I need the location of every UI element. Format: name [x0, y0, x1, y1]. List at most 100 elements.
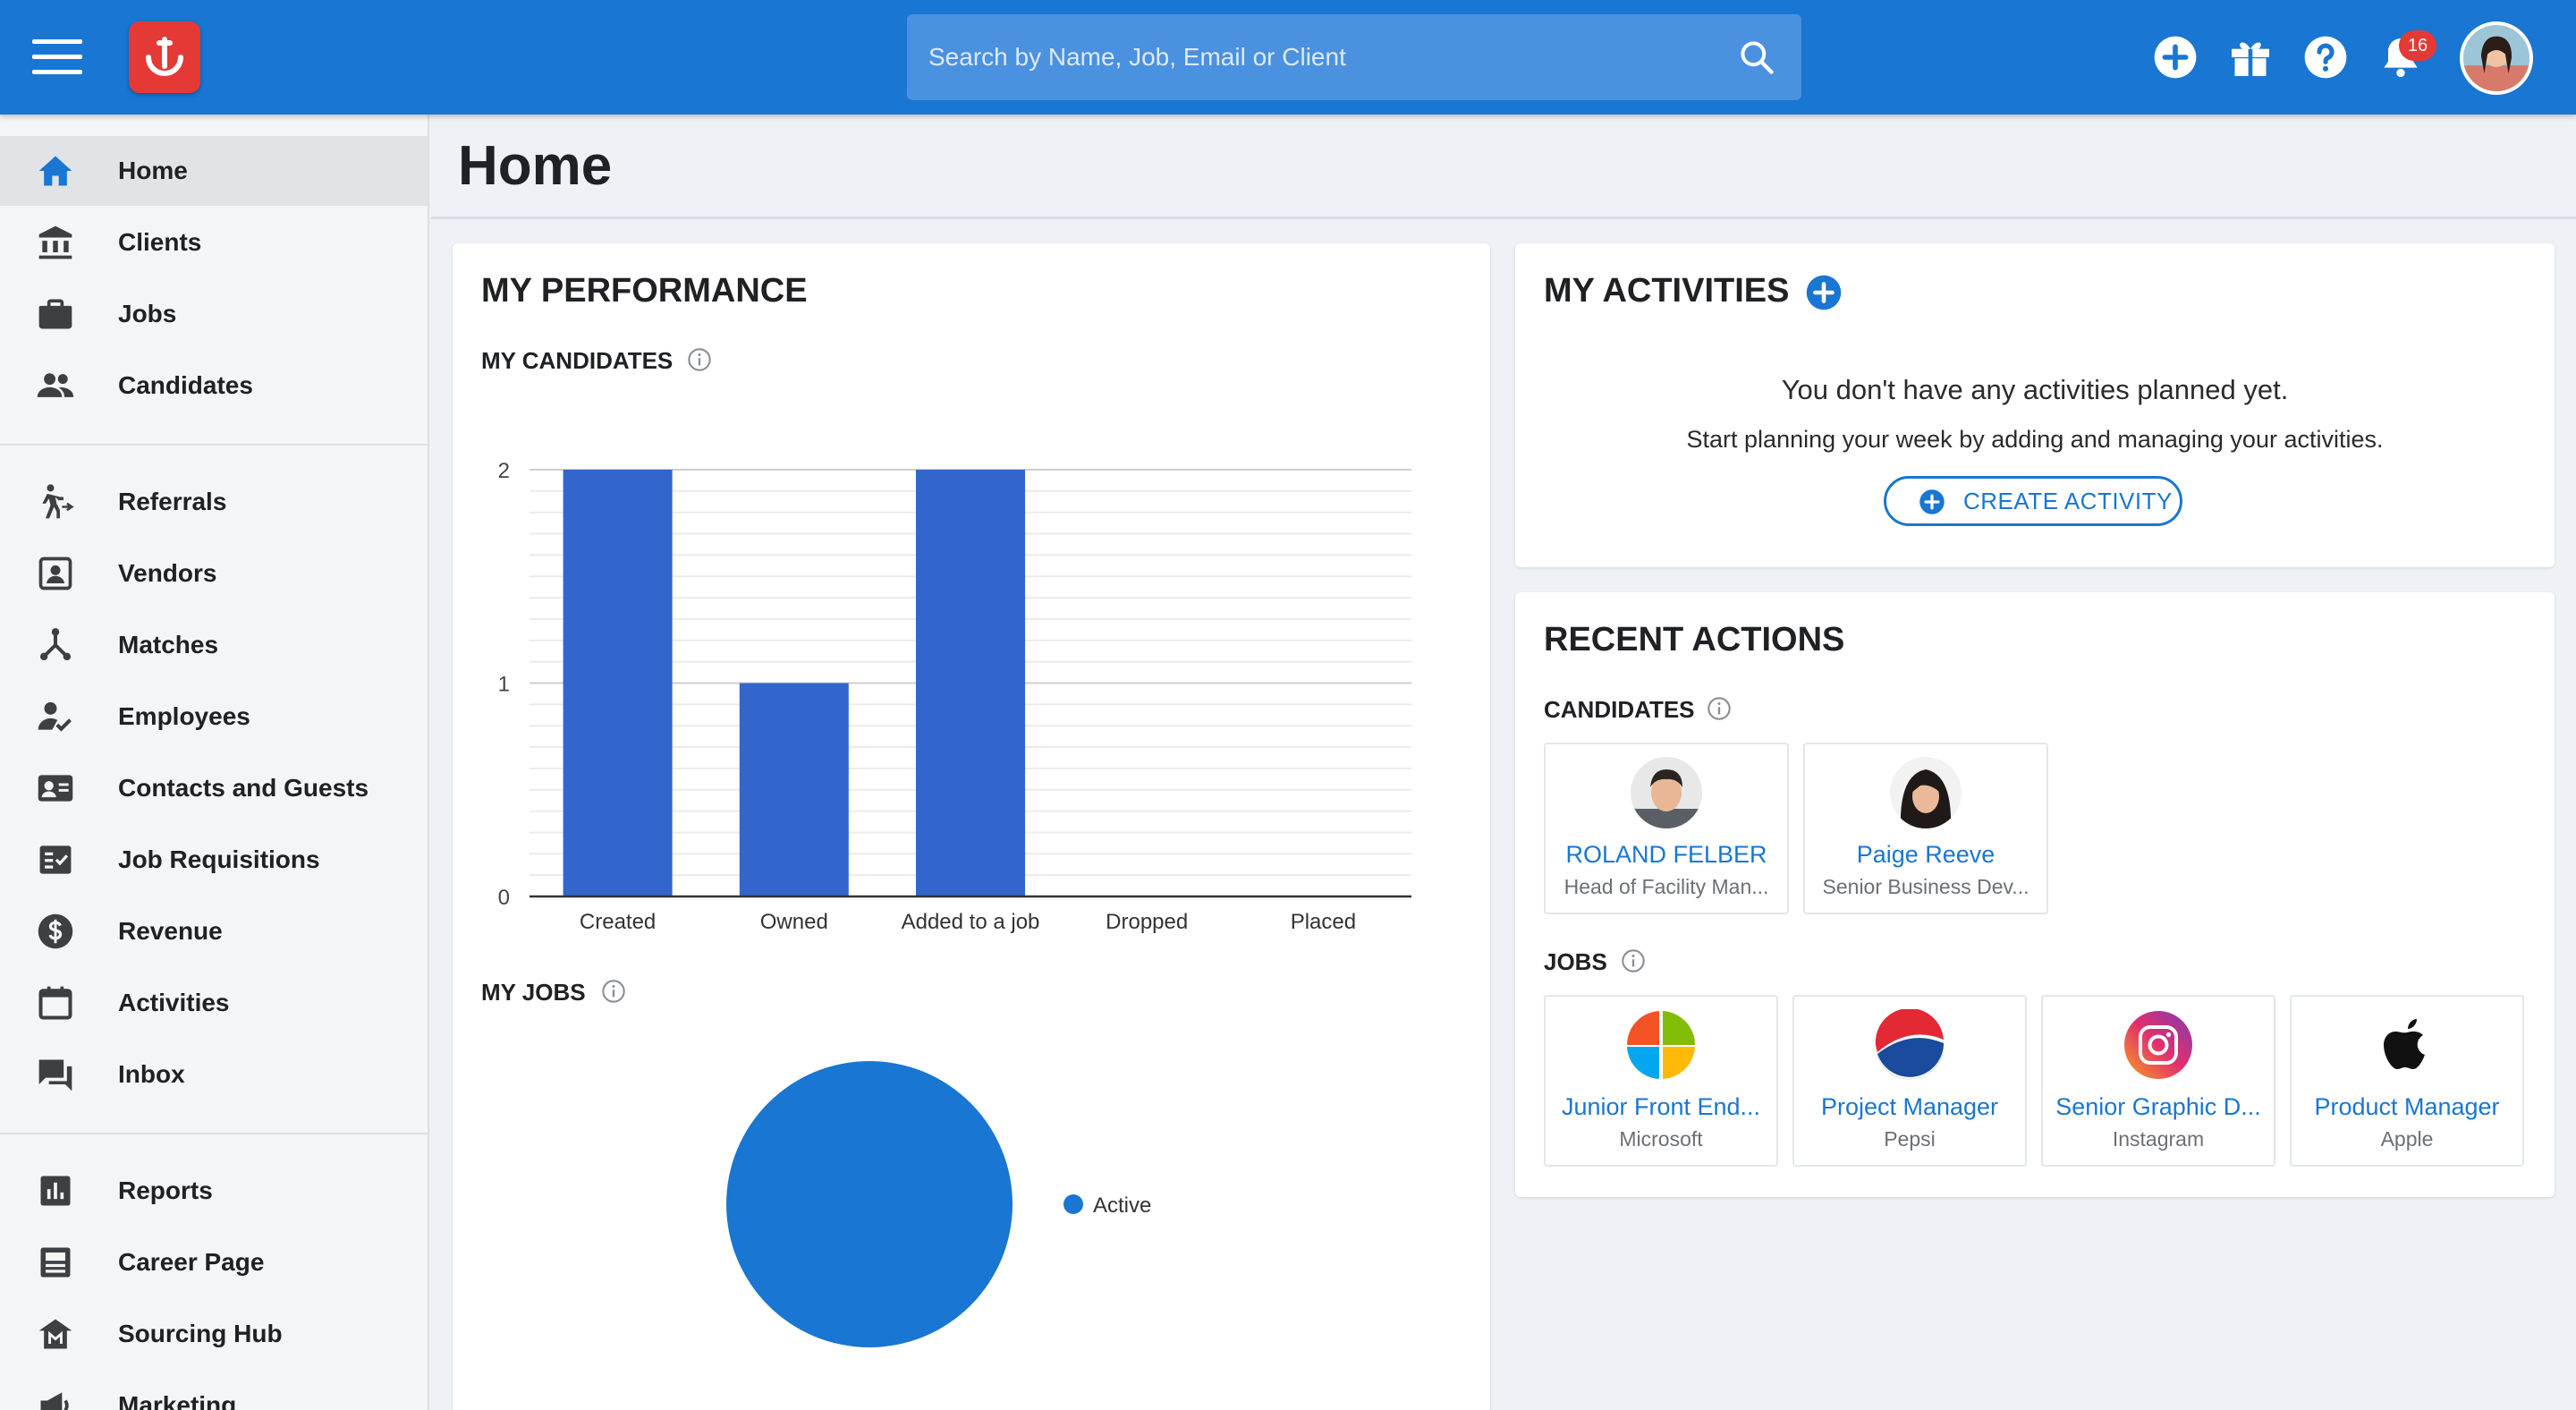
sidebar-item-sourcing-hub[interactable]: Sourcing Hub [0, 1299, 428, 1369]
top-bar: 16 [0, 0, 2576, 115]
y-tick-label: 2 [498, 459, 510, 483]
jobs-pie-chart: Active [726, 1061, 1151, 1347]
bar [563, 470, 673, 896]
create-activity-button[interactable]: CREATE ACTIVITY [1884, 476, 2182, 526]
info-icon[interactable] [1707, 696, 1732, 721]
people-icon [37, 373, 74, 397]
sidebar-item-referrals[interactable]: Referrals [0, 467, 428, 537]
job-card[interactable]: Senior Graphic D... Instagram [2041, 995, 2275, 1167]
app-logo[interactable] [129, 21, 200, 93]
inbox-icon [38, 1059, 72, 1091]
sidebar-item-jobs[interactable]: Jobs [0, 279, 428, 349]
sidebar-item-contacts-and-guests[interactable]: Contacts and Guests [0, 753, 428, 823]
job-company: Pepsi [1884, 1127, 1936, 1151]
vendor-icon [38, 556, 72, 590]
recent-candidates-label: CANDIDATES [1544, 696, 1695, 723]
job-company: Apple [2380, 1127, 2434, 1151]
job-card[interactable]: Junior Front End... Microsoft [1544, 995, 1778, 1167]
job-title: Product Manager [2314, 1093, 2500, 1120]
pie-slice [726, 1061, 1013, 1347]
matches-icon [39, 628, 72, 661]
sidebar-item-label: Vendors [118, 559, 217, 587]
candidate-avatar [1631, 757, 1702, 828]
microsoft-logo-icon [1627, 1011, 1695, 1079]
career-page-icon [40, 1247, 71, 1278]
sidebar-item-label: Matches [118, 631, 219, 658]
sidebar-item-matches[interactable]: Matches [0, 610, 428, 680]
candidate-card[interactable]: Paige Reeve Senior Business Dev... [1803, 743, 2048, 914]
job-title: Junior Front End... [1561, 1093, 1761, 1120]
sidebar-item-label: Home [118, 157, 188, 184]
add-activity-icon[interactable] [1805, 274, 1843, 311]
job-card[interactable]: Product Manager Apple [2290, 995, 2524, 1167]
sidebar-item-inbox[interactable]: Inbox [0, 1040, 428, 1109]
sidebar-item-label: Revenue [118, 917, 223, 945]
notification-badge: 16 [2399, 30, 2436, 61]
legend-label: Active [1093, 1193, 1151, 1218]
search-icon[interactable] [1737, 38, 1776, 77]
sidebar-item-clients[interactable]: Clients [0, 208, 428, 277]
x-tick-label: Created [580, 910, 656, 934]
candidate-title: Senior Business Dev... [1822, 875, 2029, 898]
search-bar [907, 14, 1801, 100]
info-icon[interactable] [1621, 948, 1646, 973]
sidebar-item-job-requisitions[interactable]: Job Requisitions [0, 825, 428, 895]
job-card[interactable]: Project Manager Pepsi [1792, 995, 2027, 1167]
sidebar-item-label: Marketing [118, 1391, 237, 1410]
logo-mark-icon [146, 37, 183, 76]
create-activity-label: CREATE ACTIVITY [1963, 488, 2173, 514]
calendar-icon [38, 986, 72, 1020]
candidate-name: Paige Reeve [1856, 841, 1996, 868]
gift-icon[interactable] [2225, 32, 2275, 82]
recent-actions-card: RECENT ACTIONS CANDIDATES ROLAND FELBER … [1515, 592, 2555, 1197]
sidebar-divider [0, 444, 428, 446]
sidebar-item-label: Job Requisitions [118, 845, 320, 873]
x-tick-label: Placed [1291, 910, 1356, 934]
y-tick-label: 1 [498, 673, 510, 697]
sidebar-item-career-page[interactable]: Career Page [0, 1227, 428, 1297]
referral-icon [42, 484, 74, 519]
briefcase-icon [38, 299, 72, 329]
sidebar-item-home[interactable]: Home [0, 136, 428, 206]
info-icon[interactable] [601, 979, 626, 1004]
candidate-name: ROLAND FELBER [1565, 841, 1767, 868]
candidate-card[interactable]: ROLAND FELBER Head of Facility Man... [1544, 743, 1789, 914]
recent-jobs-label: JOBS [1544, 948, 1607, 975]
activities-card: MY ACTIVITIES You don't have any activit… [1515, 243, 2555, 567]
add-circle-icon[interactable] [2150, 32, 2200, 82]
bar [916, 470, 1025, 896]
sidebar-item-vendors[interactable]: Vendors [0, 539, 428, 608]
sidebar-item-label: Inbox [118, 1060, 185, 1088]
performance-card: MY PERFORMANCE MY CANDIDATES 0 1 2 Created O… [453, 243, 1490, 1410]
contacts-icon [38, 775, 73, 802]
empty-activities-title: You don't have any activities planned ye… [1781, 374, 2289, 405]
sidebar-item-reports[interactable]: Reports [0, 1156, 428, 1226]
sidebar-item-revenue[interactable]: Revenue [0, 896, 428, 966]
sidebar-item-label: Employees [118, 702, 250, 730]
sidebar-item-activities[interactable]: Activities [0, 968, 428, 1038]
menu-icon[interactable] [32, 39, 82, 75]
sidebar-item-candidates[interactable]: Candidates [0, 351, 428, 420]
user-photo [2463, 25, 2529, 91]
header-divider [431, 217, 2576, 219]
search-input[interactable] [928, 14, 1716, 100]
sidebar-item-employees[interactable]: Employees [0, 682, 428, 752]
dollar-icon [38, 913, 73, 949]
my-jobs-label: MY JOBS [481, 979, 586, 1006]
sidebar-item-label: Reports [118, 1176, 213, 1204]
requisition-icon [39, 845, 72, 874]
sidebar-item-label: Activities [118, 989, 230, 1016]
candidate-avatar [1890, 757, 1962, 828]
job-company: Instagram [2112, 1127, 2205, 1151]
help-icon[interactable] [2301, 32, 2351, 82]
legend-swatch [1063, 1194, 1083, 1214]
empty-activities-subtitle: Start planning your week by adding and m… [1686, 426, 2384, 453]
user-avatar[interactable] [2460, 21, 2533, 95]
x-tick-label: Owned [760, 910, 828, 934]
candidates-bar-chart: 0 1 2 Created Owned Added to a job Dropped Plac… [498, 459, 1411, 934]
recent-actions-title: RECENT ACTIONS [1544, 621, 1845, 658]
apple-logo-icon [2384, 1019, 2425, 1069]
sidebar-divider [0, 1133, 428, 1134]
sidebar-item-marketing[interactable]: Marketing [0, 1371, 428, 1410]
job-company: Microsoft [1619, 1127, 1703, 1151]
